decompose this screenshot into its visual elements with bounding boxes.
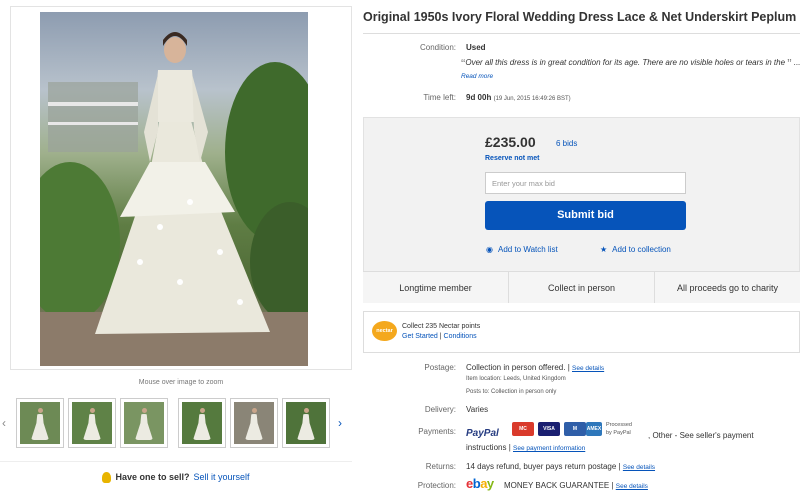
time-left-duration: 9d 00h: [466, 93, 492, 102]
visa-icon: VISA: [538, 422, 560, 436]
thumbnail[interactable]: [178, 398, 226, 448]
returns-see-details-link[interactable]: See details: [623, 464, 655, 471]
thumbnail[interactable]: [282, 398, 330, 448]
delivery-value: Varies: [466, 405, 489, 414]
title-divider: [363, 33, 800, 34]
condition-quote: “Over all this dress is in great conditi…: [461, 56, 800, 80]
condition-label: Condition:: [419, 43, 456, 52]
feature-collect-in-person: Collect in person: [509, 272, 655, 303]
thumbnail[interactable]: [120, 398, 168, 448]
payments-other: , Other - See seller's payment: [648, 431, 754, 440]
nectar-text: Collect 235 Nectar points Get Started | …: [402, 323, 481, 340]
returns-text: 14 days refund, buyer pays return postag…: [466, 462, 617, 471]
posts-to: Posts to: Collection in person only: [466, 389, 557, 395]
returns-value: 14 days refund, buyer pays return postag…: [466, 462, 656, 471]
postage-text: Collection in person offered.: [466, 363, 566, 372]
add-to-collection-link[interactable]: ★ Add to collection: [600, 245, 671, 254]
protection-label: Protection:: [417, 481, 456, 490]
chevron-right-icon[interactable]: ›: [338, 416, 342, 430]
lightbulb-icon: [102, 472, 112, 484]
add-to-watchlist-link[interactable]: ◉ Add to Watch list: [486, 245, 558, 254]
max-bid-input[interactable]: [485, 172, 686, 194]
postage-label: Postage:: [424, 363, 456, 372]
protection-see-details-link[interactable]: See details: [616, 483, 648, 490]
delivery-label: Delivery:: [424, 405, 456, 414]
postage-value: Collection in person offered. | See deta…: [466, 363, 605, 372]
paypal-logo: PayPal: [466, 428, 499, 439]
time-left-value: 9d 00h (19 Jun, 2015 16:49:26 BST): [466, 93, 571, 102]
amex-icon: AMEX: [586, 422, 602, 436]
money-back-guarantee: MONEY BACK GUARANTEE: [504, 481, 610, 490]
watch-label: Add to Watch list: [497, 245, 558, 254]
payments-instructions: instructions: [466, 443, 507, 452]
submit-bid-button[interactable]: Submit bid: [485, 201, 686, 230]
conditions-link[interactable]: Conditions: [444, 333, 477, 340]
thumbnail-strip: ‹ ›: [0, 396, 352, 452]
reserve-status: Reserve not met: [485, 155, 540, 162]
processed-by-paypal: Processed by PayPal: [606, 422, 632, 436]
condition-value: Used: [466, 43, 486, 52]
sell-it-yourself-link[interactable]: Sell it yourself: [194, 472, 250, 482]
zoom-hint: Mouse over image to zoom: [138, 379, 224, 386]
protection-value: MONEY BACK GUARANTEE | See details: [504, 481, 648, 490]
thumbnail[interactable]: [16, 398, 64, 448]
nectar-points: Collect 235 Nectar points: [402, 323, 481, 330]
time-left-date: (19 Jun, 2015 16:49:26 BST): [493, 96, 571, 102]
maestro-icon: M: [564, 422, 586, 436]
bid-count-link[interactable]: 6 bids: [556, 139, 577, 148]
condition-quote-text: Over all this dress is in great conditio…: [465, 58, 786, 67]
collection-label: Add to collection: [612, 245, 671, 254]
sell-prompt: Have one to sell? Sell it yourself: [0, 461, 352, 495]
postage-see-details-link[interactable]: See details: [572, 365, 604, 372]
thumbnail[interactable]: [68, 398, 116, 448]
feature-charity: All proceeds go to charity: [655, 272, 800, 303]
ebay-logo: ebay: [466, 476, 494, 491]
listing-title: Original 1950s Ivory Floral Wedding Dres…: [363, 10, 797, 24]
chevron-left-icon[interactable]: ‹: [2, 416, 6, 430]
star-icon: ★: [600, 245, 608, 254]
returns-label: Returns:: [425, 462, 456, 471]
sell-label: Have one to sell?: [115, 472, 190, 482]
main-product-image[interactable]: [40, 12, 308, 366]
eye-icon: ◉: [486, 245, 493, 254]
seller-features: Longtime member Collect in person All pr…: [363, 271, 800, 303]
see-payment-information-link[interactable]: See payment information: [513, 445, 585, 452]
nectar-logo: nectar: [372, 321, 397, 341]
current-price: £235.00: [485, 134, 536, 150]
payments-instructions-line: instructions | See payment information: [466, 443, 586, 452]
time-left-label: Time left:: [423, 93, 456, 102]
read-more-link[interactable]: Read more: [461, 73, 493, 80]
thumbnail[interactable]: [230, 398, 278, 448]
get-started-link[interactable]: Get Started: [402, 333, 438, 340]
item-location: Item location: Leeds, United Kingdom: [466, 376, 566, 382]
quote-mark-icon: ”: [787, 56, 792, 71]
mastercard-icon: MC: [512, 422, 534, 436]
payments-label: Payments:: [418, 427, 456, 436]
feature-longtime-member: Longtime member: [363, 272, 509, 303]
